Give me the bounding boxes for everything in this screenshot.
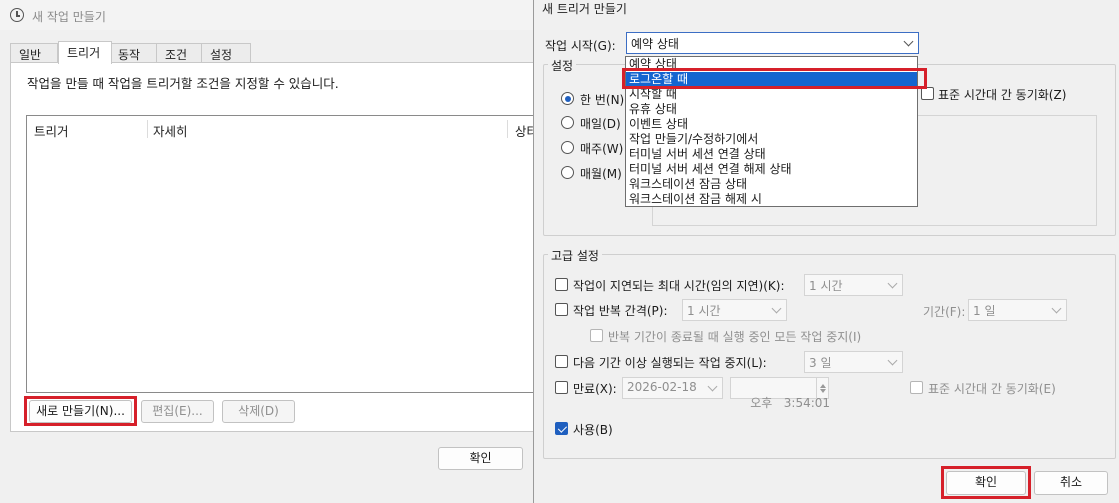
- expire-checkbox[interactable]: [555, 381, 568, 394]
- delay-combo[interactable]: 1 시간: [804, 274, 903, 296]
- once-radio[interactable]: [561, 92, 574, 105]
- option-at-startup[interactable]: 시작할 때: [626, 87, 917, 102]
- right-dialog-title: 새 트리거 만들기: [542, 2, 627, 16]
- weekly-label: 매주(W): [580, 142, 624, 156]
- option-workstation-unlock[interactable]: 워크스테이션 잠금 해제 시: [626, 192, 917, 207]
- enabled-label: 사용(B): [573, 423, 613, 437]
- tab-conditions[interactable]: 조건: [156, 43, 204, 63]
- left-dialog-title: 새 작업 만들기: [32, 10, 106, 24]
- delay-value: 1 시간: [809, 279, 843, 293]
- tab-triggers[interactable]: 트리거: [58, 41, 112, 64]
- sync-timezone-label: 표준 시간대 간 동기화(Z): [938, 88, 1067, 102]
- cancel-button[interactable]: 취소: [1034, 471, 1108, 495]
- chevron-down-icon: [707, 381, 718, 392]
- clock-icon: [10, 8, 24, 22]
- chevron-down-icon: [887, 355, 898, 366]
- repeat-label: 작업 반복 간격(P):: [573, 304, 668, 318]
- stop-longer-label: 다음 기간 이상 실행되는 작업 중지(L):: [573, 356, 767, 370]
- once-label: 한 번(N): [580, 93, 625, 107]
- triggers-list[interactable]: 트리거 자세히 상타: [26, 115, 546, 393]
- duration-value: 1 일: [973, 304, 996, 318]
- column-details[interactable]: 자세히: [153, 121, 188, 140]
- annotation-highlight-ok: [941, 466, 1031, 499]
- chevron-down-icon: [1051, 303, 1062, 314]
- stop-longer-value: 3 일: [809, 356, 832, 370]
- option-session-disconnect[interactable]: 터미널 서버 세션 연결 해제 상태: [626, 162, 917, 177]
- edit-trigger-button[interactable]: 편집(E)...: [141, 400, 214, 423]
- monthly-radio[interactable]: [561, 166, 574, 179]
- begin-task-combo[interactable]: 예약 상태: [626, 32, 919, 54]
- expire-sync-label: 표준 시간대 간 동기화(E): [928, 382, 1056, 396]
- advanced-group-title: 고급 설정: [548, 247, 602, 264]
- expire-time-picker[interactable]: 오후 3:54:01: [730, 377, 830, 410]
- stop-longer-checkbox[interactable]: [555, 355, 568, 368]
- option-on-idle[interactable]: 유휴 상태: [626, 102, 917, 117]
- repeat-value: 1 시간: [687, 304, 721, 318]
- expire-date-value: 2026-02-18: [627, 380, 697, 394]
- annotation-highlight-logon: [622, 68, 927, 89]
- settings-group-title: 설정: [548, 57, 577, 74]
- repeat-checkbox[interactable]: [555, 303, 568, 316]
- repeat-combo[interactable]: 1 시간: [682, 299, 787, 321]
- delay-checkbox[interactable]: [555, 278, 568, 291]
- spinner-icon[interactable]: [816, 377, 828, 399]
- expire-label: 만료(X):: [573, 382, 617, 396]
- monthly-label: 매월(M): [580, 167, 622, 181]
- triggers-description: 작업을 만들 때 작업을 트리거할 조건을 지정할 수 있습니다.: [27, 76, 339, 91]
- begin-task-label: 작업 시작(G):: [545, 39, 616, 53]
- annotation-highlight-new: [24, 396, 137, 426]
- option-on-event[interactable]: 이벤트 상태: [626, 117, 917, 132]
- column-trigger[interactable]: 트리거: [34, 121, 69, 140]
- stop-all-checkbox[interactable]: [590, 329, 603, 342]
- weekly-radio[interactable]: [561, 141, 574, 154]
- chevron-down-icon: [903, 36, 914, 47]
- delete-trigger-button[interactable]: 삭제(D): [222, 400, 295, 423]
- option-workstation-lock[interactable]: 워크스테이션 잠금 상태: [626, 177, 917, 192]
- left-title-bar: 새 작업 만들기: [0, 0, 545, 30]
- duration-label: 기간(F):: [923, 305, 966, 319]
- left-ok-button[interactable]: 확인: [438, 447, 523, 470]
- expire-sync-checkbox[interactable]: [910, 381, 923, 394]
- expire-date-picker[interactable]: 2026-02-18: [622, 377, 723, 399]
- stop-longer-combo[interactable]: 3 일: [804, 351, 903, 373]
- option-on-task-create[interactable]: 작업 만들기/수정하기에서: [626, 132, 917, 147]
- duration-combo[interactable]: 1 일: [968, 299, 1067, 321]
- chevron-down-icon: [771, 303, 782, 314]
- create-task-dialog: 새 작업 만들기 일반 트리거 동작 조건 설정 작업을 만들 때 작업을 트리…: [0, 0, 546, 503]
- delay-label: 작업이 지연되는 최대 시간(임의 지연)(K):: [573, 279, 785, 293]
- daily-radio[interactable]: [561, 116, 574, 129]
- tab-settings[interactable]: 설정: [201, 43, 251, 63]
- daily-label: 매일(D): [580, 117, 621, 131]
- tab-actions[interactable]: 동작: [109, 43, 159, 63]
- enabled-checkbox[interactable]: [555, 422, 568, 435]
- tab-general[interactable]: 일반: [10, 43, 58, 63]
- stop-all-label: 반복 기간이 종료될 때 실행 중인 모든 작업 중지(I): [608, 330, 862, 344]
- begin-task-value: 예약 상태: [631, 37, 679, 51]
- option-session-connect[interactable]: 터미널 서버 세션 연결 상태: [626, 147, 917, 162]
- chevron-down-icon: [887, 278, 898, 289]
